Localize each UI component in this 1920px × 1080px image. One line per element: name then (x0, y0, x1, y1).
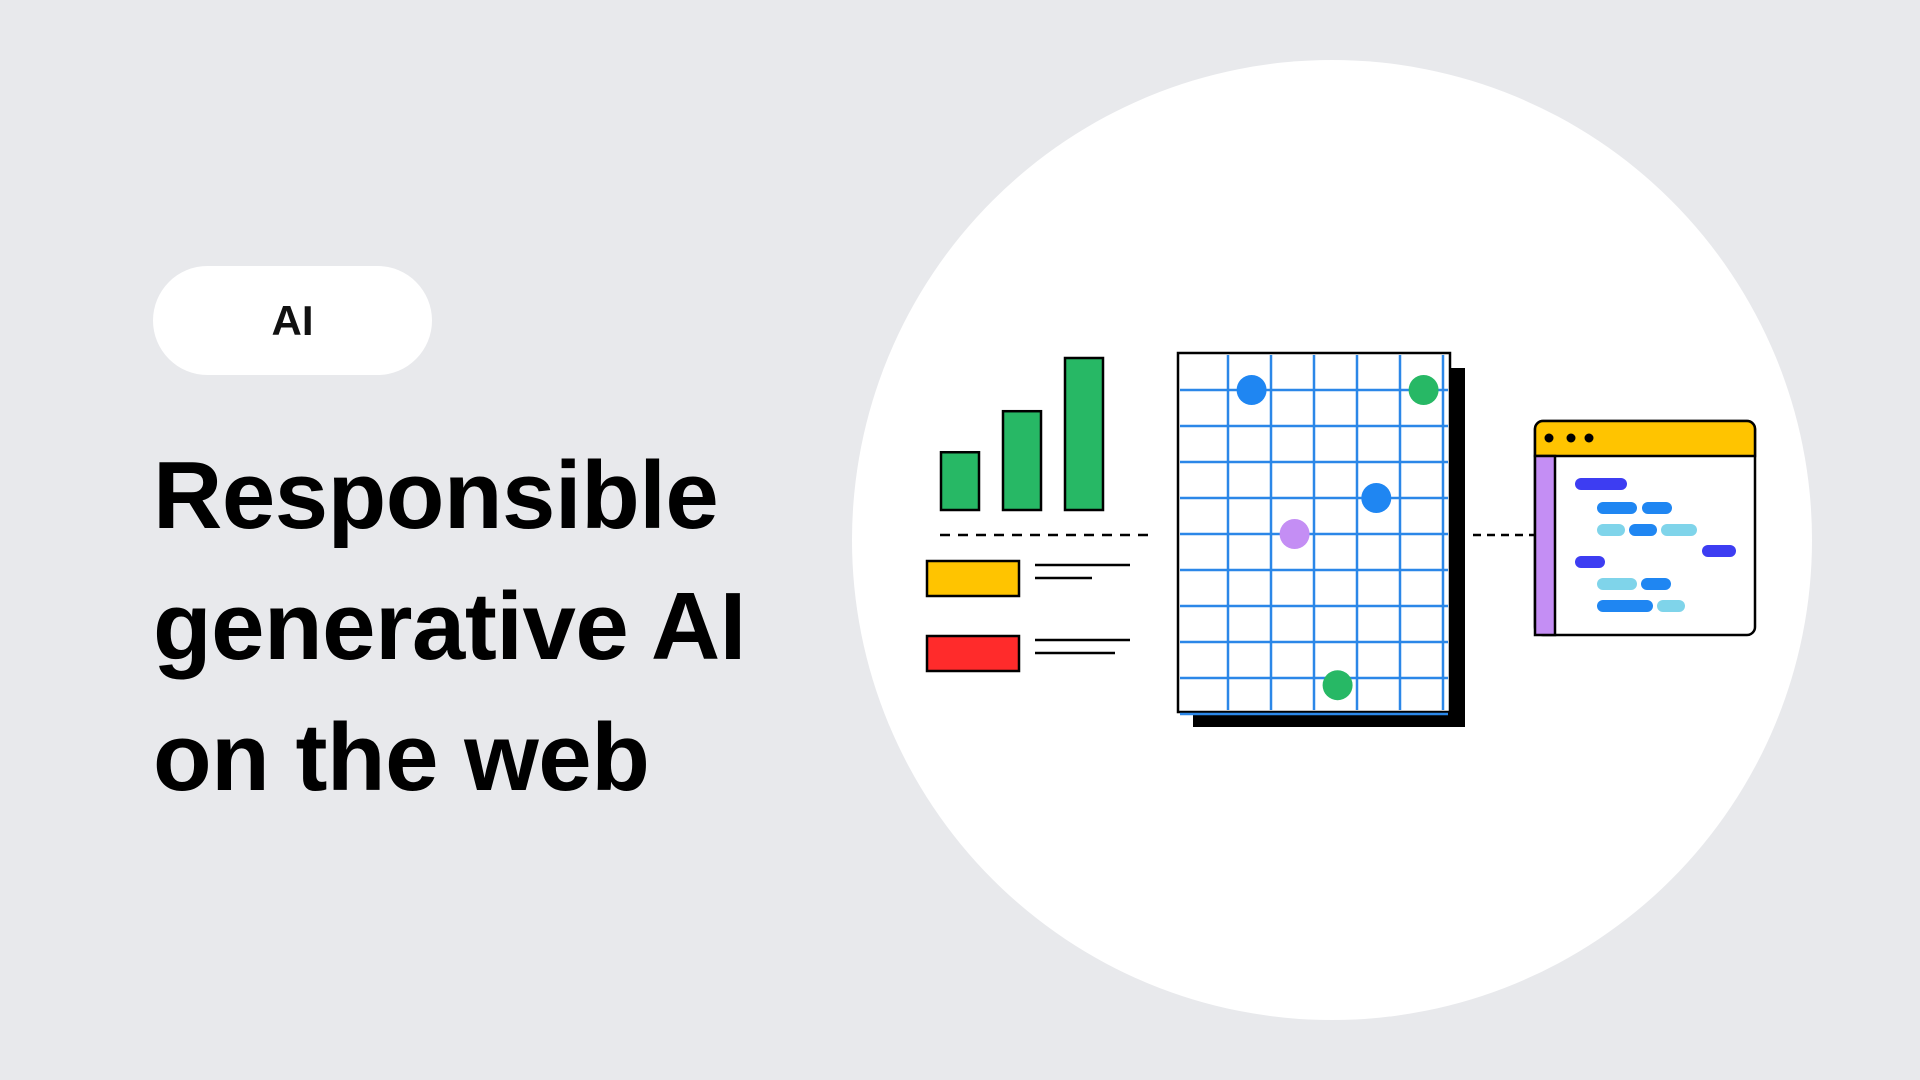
bar (1063, 356, 1105, 512)
window-dot-icon (1584, 433, 1594, 443)
scatter-grid-icon (1176, 351, 1465, 727)
ai-illustration (852, 60, 1812, 1020)
code-window-sidebar (1533, 454, 1557, 637)
grid-point (1408, 375, 1439, 405)
code-line (1597, 578, 1637, 590)
code-line (1575, 556, 1605, 568)
grid-point (1279, 519, 1310, 549)
code-line (1597, 524, 1625, 536)
code-line (1597, 502, 1637, 514)
code-line (1641, 578, 1671, 590)
code-line (1629, 524, 1657, 536)
bar (939, 450, 981, 512)
code-line (1575, 478, 1627, 490)
code-line (1597, 600, 1653, 612)
grid-point (1361, 483, 1392, 513)
bar (1001, 409, 1043, 512)
window-dot-icon (1566, 433, 1576, 443)
code-line (1661, 524, 1697, 536)
legend-yellow-swatch (925, 559, 1021, 598)
grid-point (1322, 670, 1353, 701)
grid-point (1236, 375, 1267, 405)
code-window-icon (1533, 419, 1757, 637)
window-dot-icon (1544, 433, 1554, 443)
legend-red-swatch (925, 634, 1021, 673)
code-line (1657, 600, 1685, 612)
code-line (1642, 502, 1672, 514)
code-line (1702, 545, 1736, 557)
